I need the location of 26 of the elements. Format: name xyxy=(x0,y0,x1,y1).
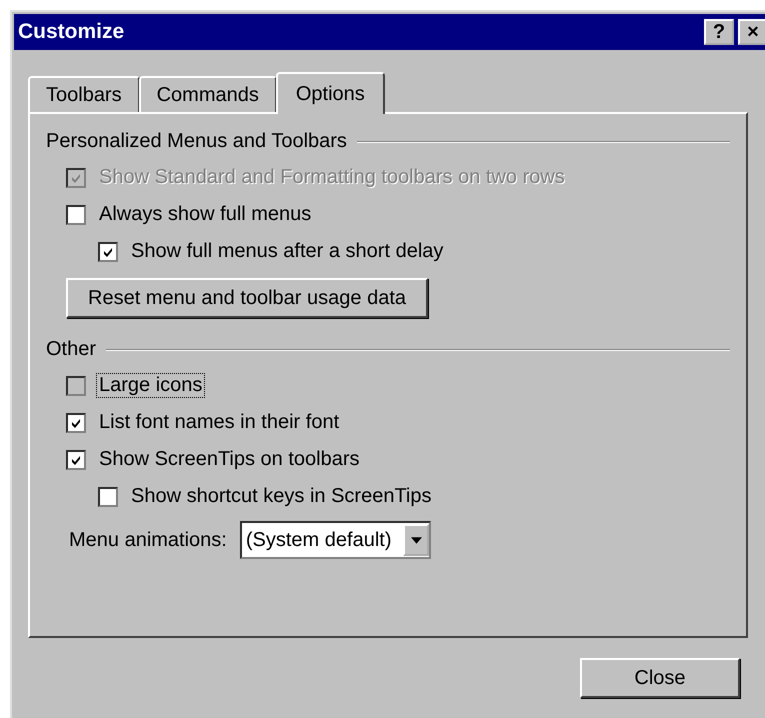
caret-icon xyxy=(410,536,422,544)
group-title: Other xyxy=(46,338,96,361)
checkbox[interactable] xyxy=(98,486,118,506)
dropdown-label: Menu animations: xyxy=(68,528,228,552)
help-button[interactable]: ? xyxy=(704,19,734,45)
reset-button[interactable]: Reset menu and toolbar usage data xyxy=(66,278,428,318)
checkbox-label: Show full menus after a short delay xyxy=(130,239,444,264)
window-title: Customize xyxy=(18,20,124,44)
checkbox-label: Show shortcut keys in ScreenTips xyxy=(130,484,432,509)
checkbox[interactable] xyxy=(98,242,118,262)
checkbox-label: Always show full menus xyxy=(98,202,312,227)
checkbox[interactable] xyxy=(66,412,86,432)
close-button[interactable]: × xyxy=(738,19,765,45)
checkbox-label: Show ScreenTips on toolbars xyxy=(98,447,361,472)
close-button[interactable]: Close xyxy=(580,658,740,698)
checkbox-label: List font names in their font xyxy=(98,410,340,435)
tab[interactable]: Commands xyxy=(138,76,277,112)
checkbox[interactable] xyxy=(66,204,86,224)
checkbox-label: Show Standard and Formatting toolbars on two rows xyxy=(98,165,566,190)
group-title: Personalized Menus and Toolbars xyxy=(46,130,347,153)
tab[interactable]: Options xyxy=(276,72,385,114)
dropdown[interactable]: (System default) xyxy=(240,521,432,559)
checkbox[interactable] xyxy=(66,376,86,396)
checkbox[interactable] xyxy=(66,450,86,470)
checkbox-label: Large icons xyxy=(96,373,206,398)
tab[interactable]: Toolbars xyxy=(28,76,140,112)
